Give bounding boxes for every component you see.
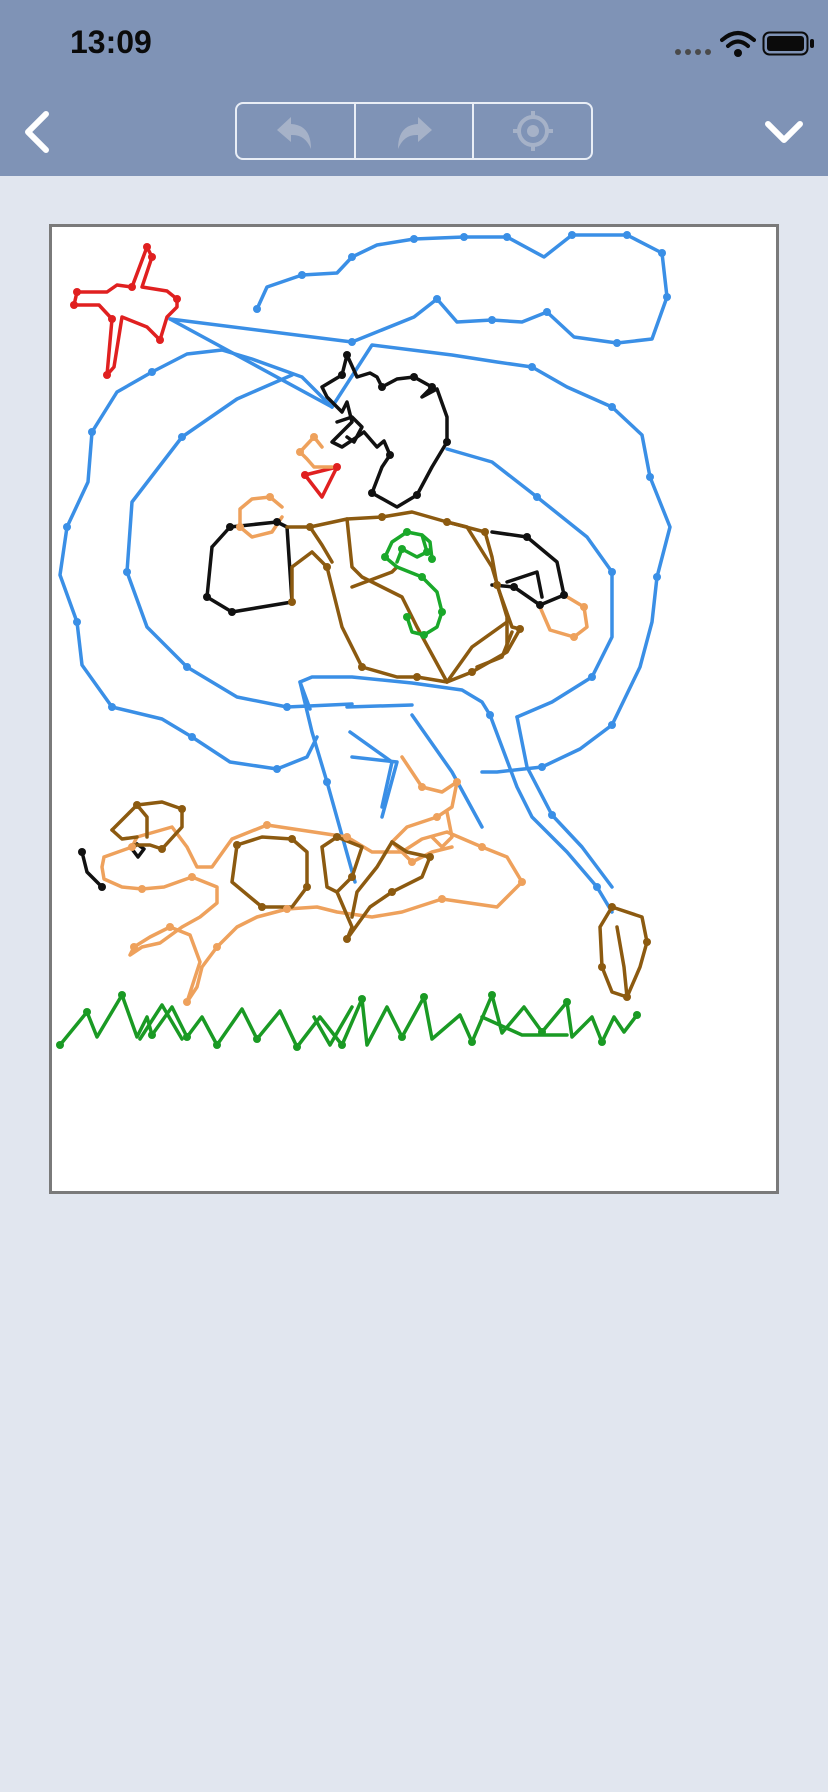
navigation-bar: 13:09 <box>0 0 828 176</box>
cellular-dots-icon <box>675 49 711 55</box>
grass <box>58 993 639 1049</box>
back-button[interactable] <box>16 108 60 156</box>
redo-button[interactable] <box>353 104 473 158</box>
chevron-left-icon <box>25 111 49 153</box>
connect-the-dots-drawing <box>56 231 672 1051</box>
edit-segmented-control <box>235 102 593 160</box>
vertex-dots <box>56 231 671 1051</box>
drawing-canvas[interactable] <box>49 224 779 1194</box>
hair-and-arms <box>80 353 566 889</box>
battery-icon <box>762 31 814 56</box>
skin-and-dog-body <box>100 435 589 1004</box>
airplane <box>72 245 339 499</box>
status-time: 13:09 <box>70 24 152 60</box>
cloud-lines <box>58 233 672 914</box>
crosshair-target-icon <box>512 111 553 151</box>
undo-arrow-icon <box>277 117 312 149</box>
locate-button[interactable] <box>472 104 591 158</box>
undo-button[interactable] <box>237 104 354 158</box>
menu-dropdown-button[interactable] <box>762 116 806 148</box>
wifi-icon <box>720 31 756 57</box>
chevron-down-icon <box>765 121 803 143</box>
redo-arrow-icon <box>398 117 432 149</box>
